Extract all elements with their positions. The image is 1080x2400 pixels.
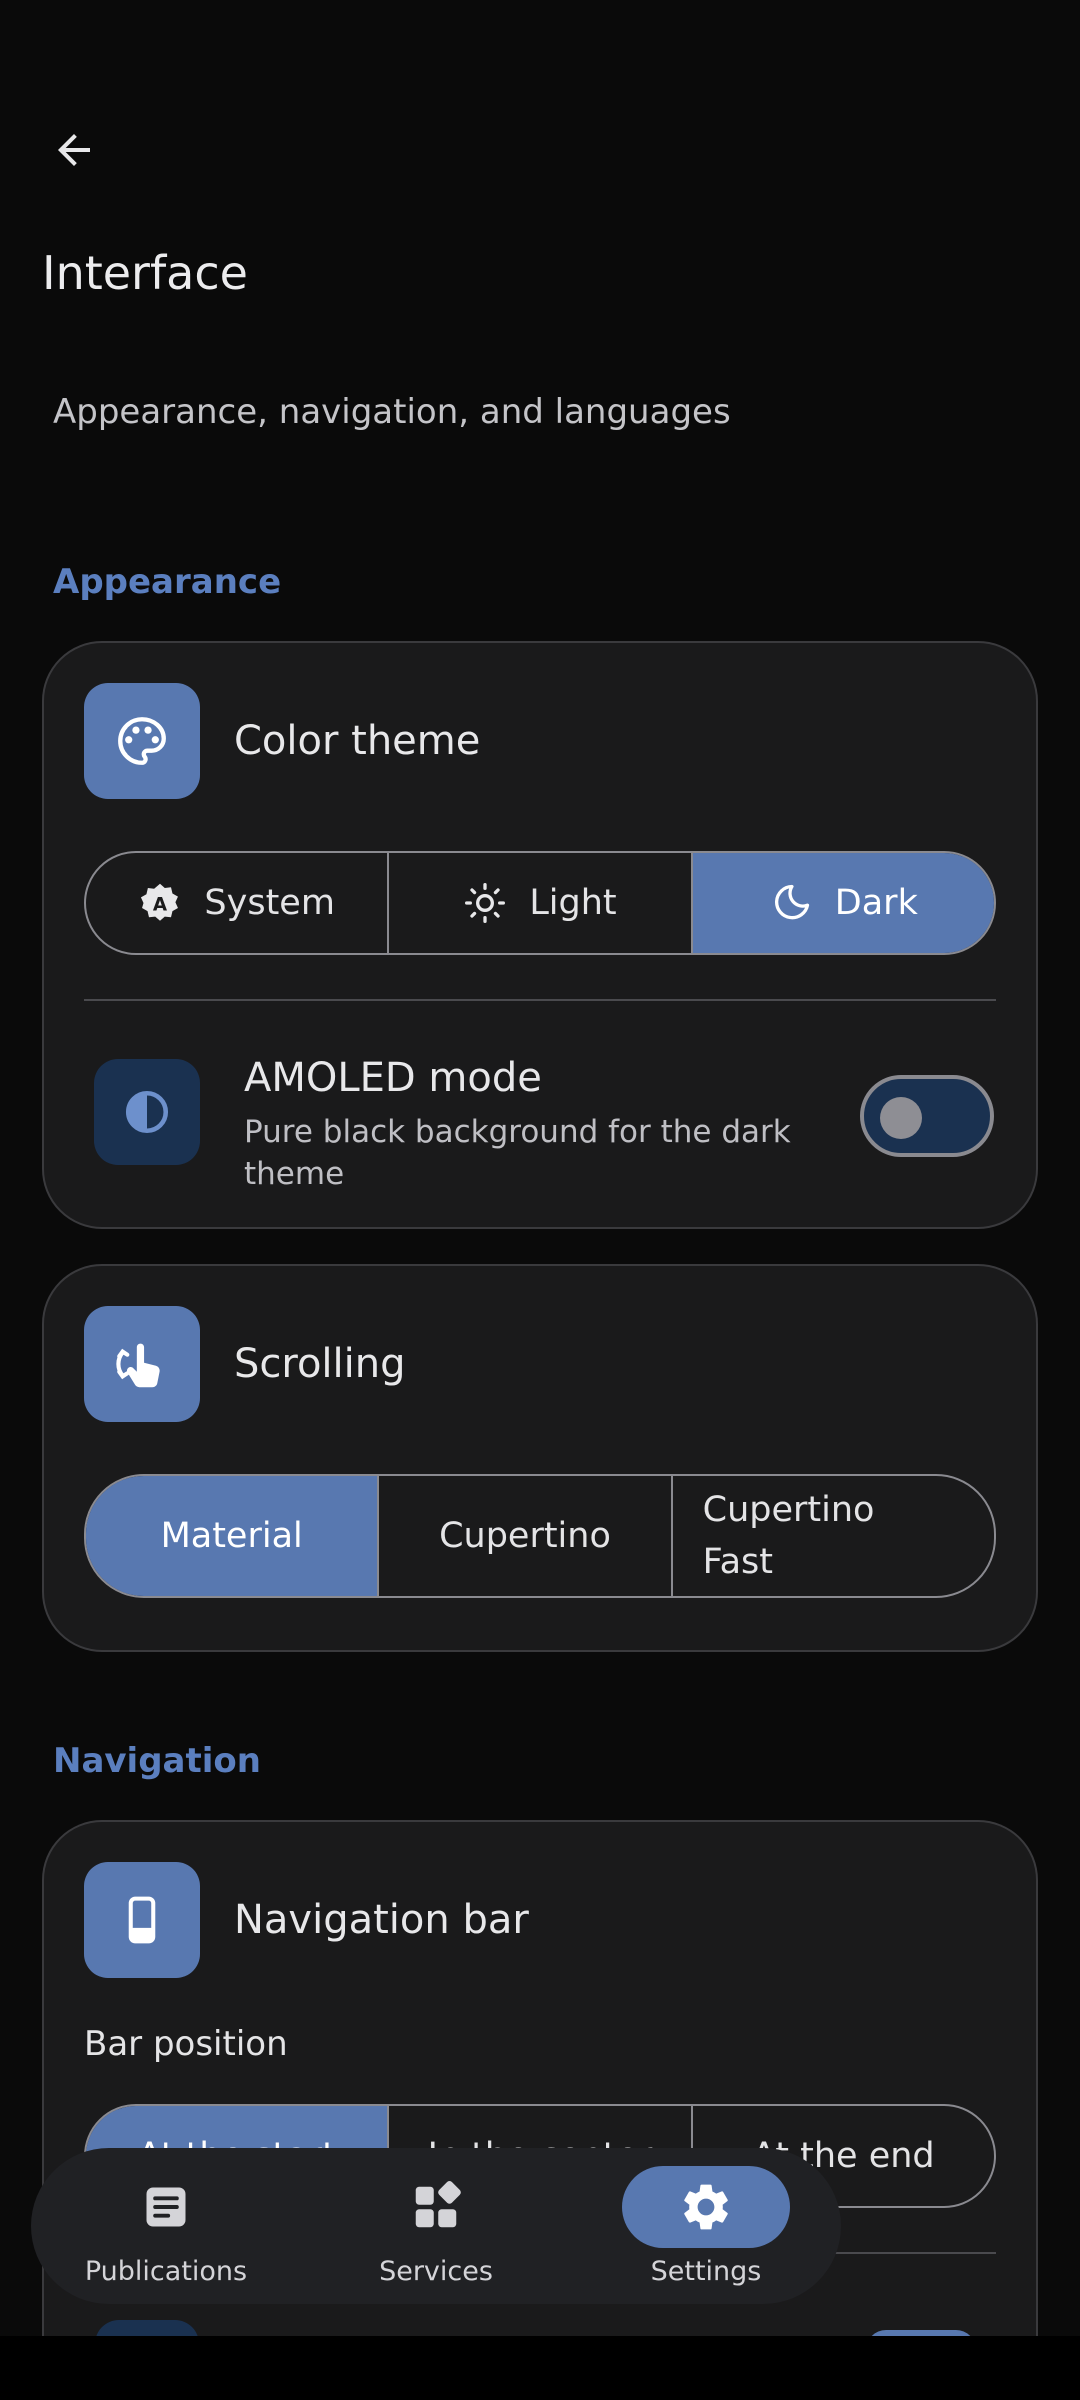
auto-theme-icon: A: [141, 883, 179, 921]
amoled-title: AMOLED mode: [244, 1055, 542, 1101]
swipe-icon-tile: [84, 1306, 200, 1422]
section-label-appearance: Appearance: [53, 562, 282, 602]
phone-icon-tile: [84, 1862, 200, 1978]
nav-label: Settings: [650, 2256, 762, 2287]
swipe-icon: [116, 1343, 160, 1388]
sun-icon: [465, 883, 506, 923]
scrolling-title: Scrolling: [234, 1341, 406, 1387]
svg-text:A: A: [153, 894, 168, 915]
scroll-option-cupertino[interactable]: Cupertino: [379, 1476, 673, 1596]
widgets-icon: [415, 2181, 461, 2228]
scroll-option-label: Material: [160, 1516, 303, 1556]
page-subtitle: Appearance, navigation, and languages: [53, 392, 731, 432]
amoled-text: AMOLED mode Pure black background for th…: [244, 1055, 804, 1195]
nav-item-publications[interactable]: Publications: [31, 2148, 301, 2304]
amoled-toggle[interactable]: [860, 1075, 994, 1157]
nav-icon-wrap-active: [622, 2166, 790, 2248]
color-theme-card: Color theme A System Light Dark AMOLED m…: [42, 641, 1038, 1229]
bottom-navigation: Publications Services Settings: [31, 2148, 841, 2304]
contrast-icon-tile: [94, 1059, 200, 1165]
scroll-option-label: Cupertino Fast: [702, 1490, 875, 1582]
theme-option-dark[interactable]: Dark: [692, 853, 994, 953]
amoled-mode-row[interactable]: AMOLED mode Pure black background for th…: [94, 1055, 994, 1192]
color-theme-header: Color theme: [84, 683, 480, 799]
arrow-back-icon: [58, 134, 90, 166]
palette-icon-tile: [84, 683, 200, 799]
contrast-icon: [125, 1090, 169, 1134]
divider: [84, 999, 996, 1001]
theme-option-label: Dark: [834, 883, 918, 923]
scroll-option-cupertino-fast[interactable]: Cupertino Fast: [673, 1476, 994, 1596]
color-theme-title: Color theme: [234, 718, 481, 764]
scroll-option-label: Cupertino: [439, 1516, 611, 1556]
nav-label: Publications: [84, 2256, 248, 2287]
article-icon: [146, 2187, 186, 2227]
back-button[interactable]: [42, 118, 106, 182]
nav-label: Services: [379, 2256, 493, 2287]
navigation-bar-title: Navigation bar: [234, 1897, 529, 1943]
moon-icon: [774, 884, 809, 920]
nav-icon-wrap: [82, 2166, 250, 2248]
nav-icon-wrap: [352, 2166, 520, 2248]
system-nav-area: [0, 2336, 1080, 2400]
scrolling-header: Scrolling: [84, 1306, 406, 1422]
nav-item-services[interactable]: Services: [301, 2148, 571, 2304]
toggle-knob: [880, 1097, 922, 1139]
amoled-description: Pure black background for the dark theme: [244, 1114, 791, 1192]
theme-option-system[interactable]: A System: [86, 853, 390, 953]
theme-option-label: System: [204, 883, 335, 923]
nav-item-settings[interactable]: Settings: [571, 2148, 841, 2304]
scroll-option-material[interactable]: Material: [86, 1476, 380, 1596]
theme-option-light[interactable]: Light: [389, 853, 693, 953]
scrolling-segmented-control: Material Cupertino Cupertino Fast: [84, 1474, 996, 1598]
scrolling-card: Scrolling Material Cupertino Cupertino F…: [42, 1264, 1038, 1652]
theme-option-label: Light: [529, 883, 617, 923]
theme-segmented-control: A System Light Dark: [84, 851, 996, 955]
bar-position-label: Bar position: [84, 2024, 288, 2064]
section-label-navigation: Navigation: [53, 1741, 261, 1781]
phone-icon: [128, 1896, 156, 1944]
gear-icon: [684, 2184, 728, 2230]
navigation-bar-header: Navigation bar: [84, 1862, 529, 1978]
palette-icon: [118, 717, 166, 765]
page-title: Interface: [42, 246, 248, 300]
